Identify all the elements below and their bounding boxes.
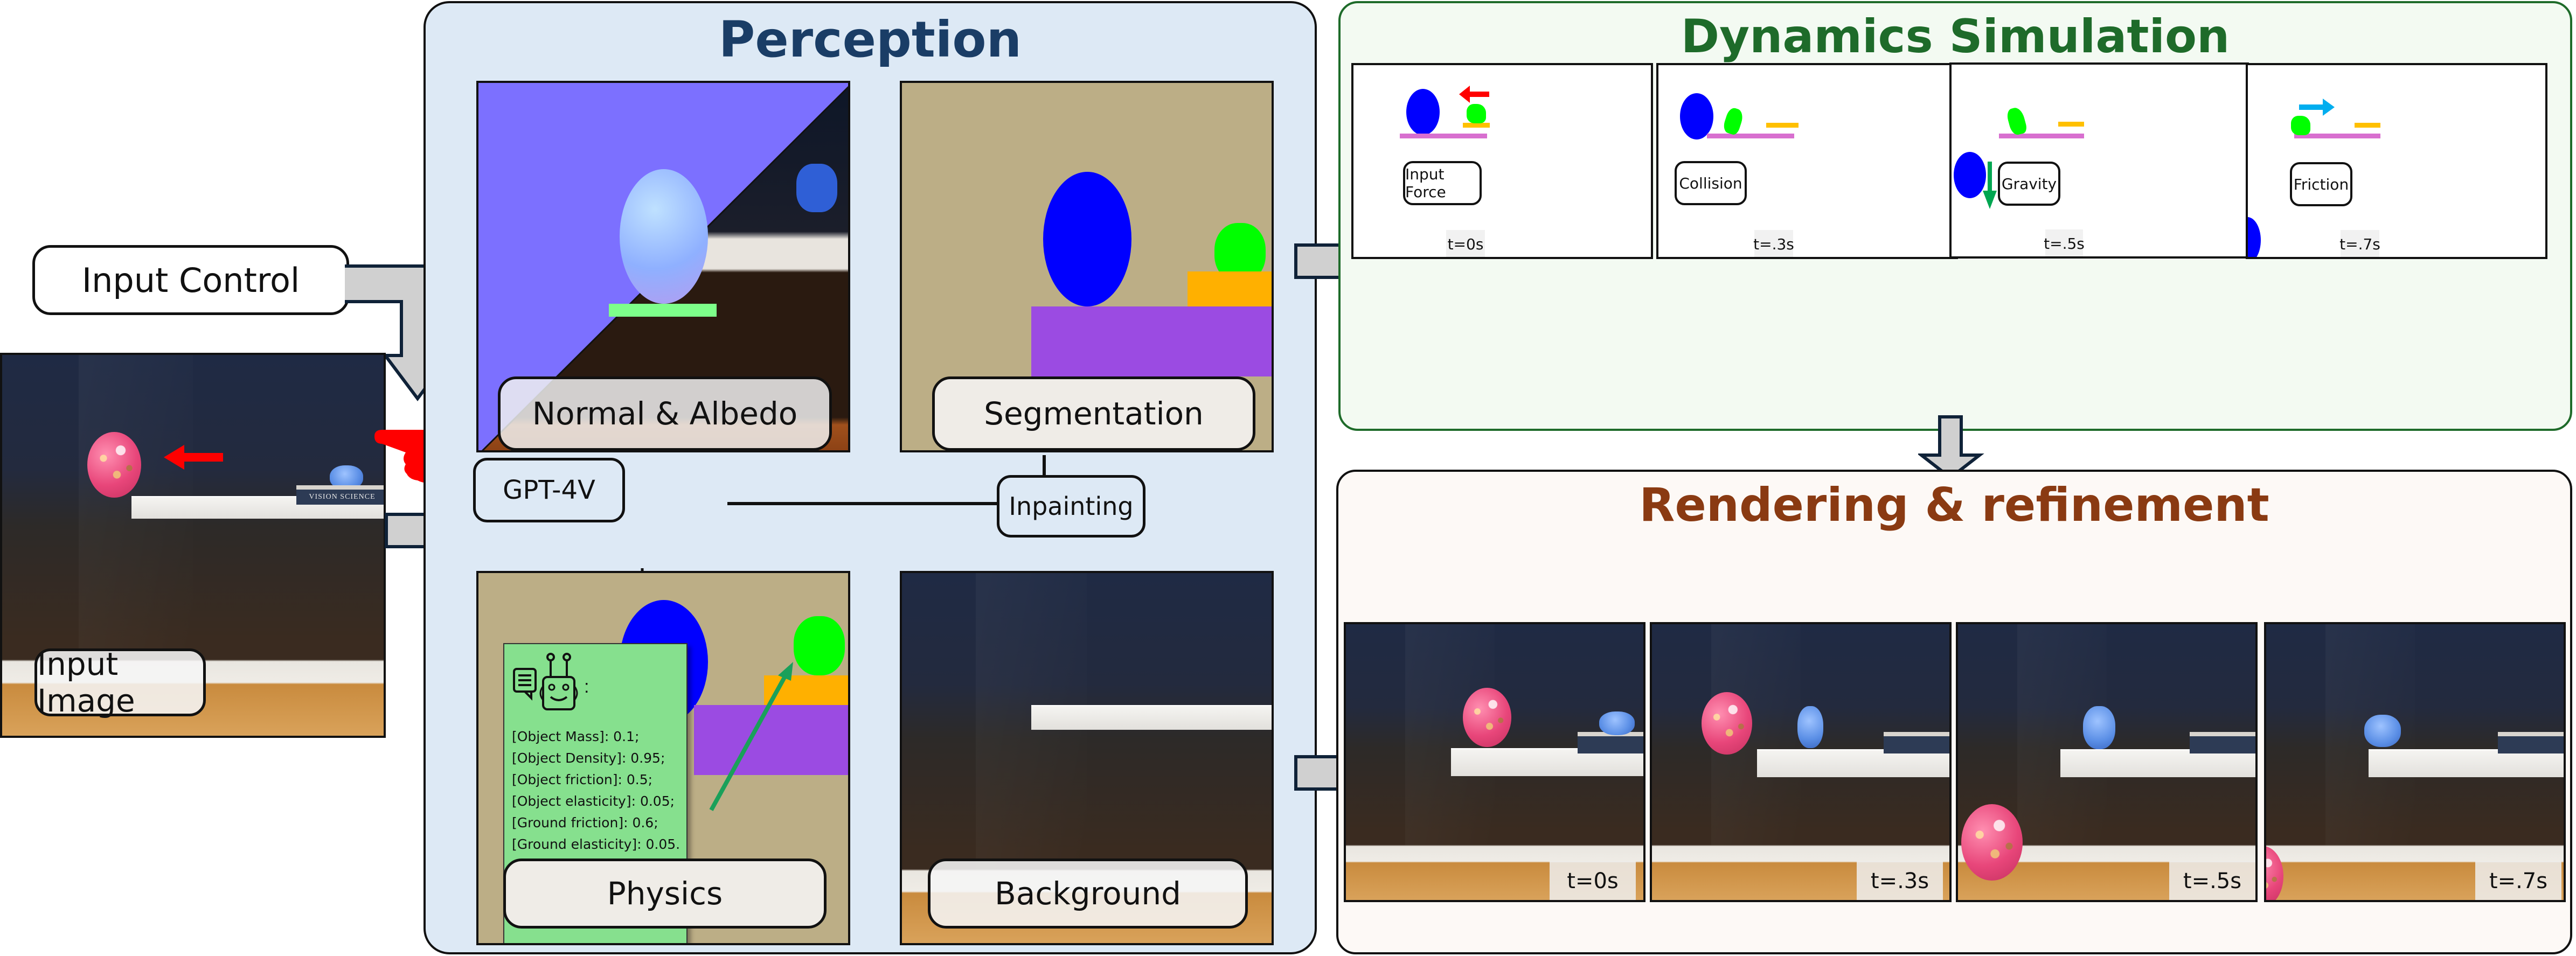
physics-label: Physics bbox=[607, 875, 723, 912]
background-label: Background bbox=[994, 875, 1182, 912]
rendering-title: Rendering & refinement bbox=[1639, 478, 2269, 532]
pink-ball bbox=[1702, 692, 1752, 755]
background-image: Background bbox=[900, 571, 1274, 945]
inpainting-box: Inpainting bbox=[997, 475, 1145, 538]
friction-label-box: Friction bbox=[2290, 162, 2352, 206]
input-control-label: Input Control bbox=[81, 260, 300, 300]
param-object-mass: [Object Mass]: 0.1; bbox=[512, 729, 640, 744]
input-image: VISION SCIENCE Input Image bbox=[0, 353, 386, 738]
gravity-label: Gravity bbox=[2001, 175, 2057, 193]
sim-ball bbox=[1406, 89, 1440, 135]
gravity-arrow-icon bbox=[1983, 162, 1997, 209]
physics-label-box: Physics bbox=[503, 859, 827, 929]
force-arrow-icon bbox=[164, 445, 223, 470]
input-force-label-box: Input Force bbox=[1403, 161, 1482, 205]
background-label-box: Background bbox=[928, 859, 1248, 929]
normal-shelf-top bbox=[609, 304, 717, 317]
normal-albedo-label-box: Normal & Albedo bbox=[498, 376, 832, 450]
sim-frame-gravity: Gravity t=.5s bbox=[1949, 62, 2249, 259]
seg-shelf bbox=[1031, 306, 1272, 376]
pink-ball bbox=[1463, 688, 1511, 747]
sim-toy bbox=[2291, 116, 2310, 135]
book bbox=[2498, 732, 2564, 753]
shelf-line bbox=[1999, 134, 2084, 138]
book bbox=[2190, 732, 2255, 753]
render-frame-0: t=0s bbox=[1344, 622, 1645, 902]
render-frame-3: t=.7s bbox=[2264, 622, 2566, 902]
sim-frame-collision: Collision t=.3s bbox=[1656, 63, 1958, 259]
shelf-line bbox=[1707, 134, 1794, 138]
book-line bbox=[2058, 122, 2084, 127]
seg-ball bbox=[1043, 172, 1131, 306]
input-force-label: Input Force bbox=[1405, 165, 1446, 201]
friction-label: Friction bbox=[2293, 175, 2349, 193]
dynamics-title: Dynamics Simulation bbox=[1681, 10, 2230, 64]
param-ground-elasticity: [Ground elasticity]: 0.05. bbox=[512, 836, 681, 852]
sim-time-tag: t=0s bbox=[1446, 230, 1485, 257]
inpainting-label: Inpainting bbox=[1009, 492, 1134, 521]
inpainted-shelf bbox=[1031, 705, 1272, 730]
perception-title: Perception bbox=[718, 11, 1022, 68]
sim-ball bbox=[1680, 93, 1713, 139]
book-line bbox=[2355, 123, 2380, 128]
sim-time-tag: t=.7s bbox=[2339, 230, 2380, 257]
render-frame-2: t=.5s bbox=[1956, 622, 2258, 902]
physics-image: : [Object Mass]: 0.1; [Object Density]: … bbox=[476, 571, 850, 945]
render-time-tag: t=.5s bbox=[2169, 861, 2255, 900]
physics-params-list: [Object Mass]: 0.1; [Object Density]: 0.… bbox=[512, 726, 680, 855]
segmentation-image: Segmentation bbox=[900, 81, 1274, 452]
sim-frame-input-force: Input Force t=0s bbox=[1351, 63, 1653, 259]
input-image-label: Input Image bbox=[37, 646, 135, 719]
book-line bbox=[1766, 123, 1799, 128]
gpt4v-label: GPT-4V bbox=[503, 475, 595, 505]
robot-colon: : bbox=[584, 676, 589, 697]
sim-time-tag: t=.5s bbox=[2044, 229, 2085, 256]
blue-pig-toy bbox=[1599, 711, 1635, 735]
book bbox=[1884, 732, 1949, 753]
sim-ball bbox=[2248, 217, 2261, 257]
render-frame-1: t=.3s bbox=[1650, 622, 1952, 902]
chat-robot-icon bbox=[513, 653, 578, 710]
input-image-label-box: Input Image bbox=[34, 646, 206, 719]
sim-toy bbox=[1467, 104, 1486, 123]
book-line bbox=[1463, 123, 1490, 128]
render-time-tag: t=.7s bbox=[2475, 861, 2561, 900]
render-time-tag: t=0s bbox=[1550, 861, 1636, 900]
segmentation-label-box: Segmentation bbox=[932, 376, 1255, 450]
shelf-line bbox=[1400, 134, 1487, 138]
sim-ball bbox=[1954, 152, 1986, 198]
param-object-density: [Object Density]: 0.95; bbox=[512, 750, 665, 766]
pink-ball bbox=[87, 432, 141, 498]
input-control-box: Input Control bbox=[32, 245, 349, 315]
friction-arrow-icon bbox=[2299, 99, 2335, 116]
param-ground-friction: [Ground friction]: 0.6; bbox=[512, 815, 658, 831]
render-time-tag: t=.3s bbox=[1857, 861, 1943, 900]
param-object-elasticity: [Object elasticity]: 0.05; bbox=[512, 793, 675, 809]
collision-label: Collision bbox=[1679, 174, 1742, 192]
blue-pig-toy bbox=[2364, 715, 2401, 747]
input-force-arrow-icon bbox=[1459, 86, 1489, 103]
pink-ball bbox=[1961, 804, 2023, 881]
book-title: VISION SCIENCE bbox=[309, 493, 376, 501]
book bbox=[1578, 732, 1643, 753]
sim-toy bbox=[2005, 106, 2028, 137]
pink-ball bbox=[2266, 846, 2283, 900]
normal-albedo-image: Normal & Albedo bbox=[476, 81, 850, 452]
vision-science-book: VISION SCIENCE bbox=[296, 485, 384, 505]
gravity-label-box: Gravity bbox=[1998, 162, 2060, 206]
collision-label-box: Collision bbox=[1675, 161, 1747, 205]
blue-pig-toy bbox=[1797, 706, 1823, 748]
param-object-friction: [Object friction]: 0.5; bbox=[512, 772, 653, 787]
sim-time-tag: t=.3s bbox=[1753, 230, 1794, 257]
albedo-pig bbox=[796, 164, 837, 212]
sim-toy bbox=[1721, 106, 1745, 136]
normal-albedo-label: Normal & Albedo bbox=[532, 395, 798, 432]
segmentation-label: Segmentation bbox=[984, 395, 1204, 432]
gpt4v-box: GPT-4V bbox=[473, 458, 625, 522]
blue-pig-toy bbox=[2083, 706, 2115, 749]
sim-frame-friction: Friction t=.7s bbox=[2246, 63, 2547, 259]
normal-ball bbox=[620, 169, 708, 304]
